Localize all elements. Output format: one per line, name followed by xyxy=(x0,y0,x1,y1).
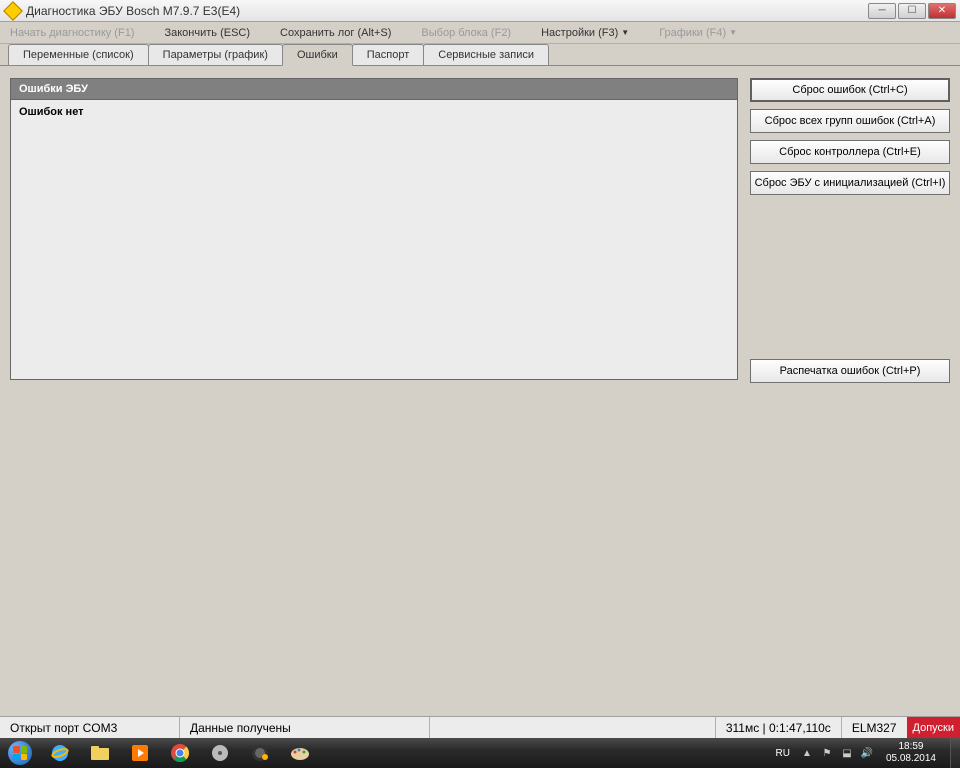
tray-date: 05.08.2014 xyxy=(886,753,936,765)
menu-finish[interactable]: Закончить (ESC) xyxy=(164,27,250,39)
tab-errors[interactable]: Ошибки xyxy=(282,44,353,66)
taskbar-disc-icon[interactable] xyxy=(201,739,239,767)
windows-icon xyxy=(8,741,32,765)
taskbar: RU ▲ ⚑ ⬓ 🔊 18:59 05.08.2014 xyxy=(0,738,960,768)
reset-errors-button[interactable]: Сброс ошибок (Ctrl+C) xyxy=(750,78,950,102)
tab-passport[interactable]: Паспорт xyxy=(352,44,425,65)
minimize-button[interactable]: ─ xyxy=(868,3,896,19)
actions-panel: Сброс ошибок (Ctrl+C) Сброс всех групп о… xyxy=(750,78,950,698)
tray-network-icon[interactable]: ⬓ xyxy=(840,746,854,760)
taskbar-chrome-icon[interactable] xyxy=(161,739,199,767)
tray-flag-icon[interactable]: ⚑ xyxy=(820,746,834,760)
status-timing: 311мс | 0:1:47,110с xyxy=(715,717,841,738)
tab-variables-list[interactable]: Переменные (список) xyxy=(8,44,149,65)
tray-clock[interactable]: 18:59 05.08.2014 xyxy=(880,741,942,765)
menu-select-block: Выбор блока (F2) xyxy=(421,27,511,39)
start-button[interactable] xyxy=(0,738,40,768)
menubar: Начать диагностику (F1) Закончить (ESC) … xyxy=(0,22,960,44)
tray-time: 18:59 xyxy=(886,741,936,753)
tray-volume-icon[interactable]: 🔊 xyxy=(860,746,874,760)
errors-status-text: Ошибок нет xyxy=(19,106,84,118)
menu-settings-label: Настройки (F3) xyxy=(541,27,618,39)
reset-all-groups-button[interactable]: Сброс всех групп ошибок (Ctrl+A) xyxy=(750,109,950,133)
close-button[interactable]: ✕ xyxy=(928,3,956,19)
taskbar-app-icon[interactable] xyxy=(241,739,279,767)
status-tolerances[interactable]: Допуски xyxy=(907,717,960,738)
menu-save-log[interactable]: Сохранить лог (Alt+S) xyxy=(280,27,391,39)
chevron-down-icon: ▼ xyxy=(729,28,737,37)
status-data: Данные получены xyxy=(180,717,430,738)
status-port: Открыт порт COM3 xyxy=(0,717,180,738)
menu-start-diagnostics: Начать диагностику (F1) xyxy=(10,27,134,39)
window-title: Диагностика ЭБУ Bosch M7.9.7 E3(E4) xyxy=(26,4,868,18)
spacer xyxy=(750,202,950,352)
reset-ecu-init-button[interactable]: Сброс ЭБУ с инициализацией (Ctrl+I) xyxy=(750,171,950,195)
menu-graphs-label: Графики (F4) xyxy=(659,27,726,39)
taskbar-ie-icon[interactable] xyxy=(41,739,79,767)
show-desktop-button[interactable] xyxy=(950,738,960,768)
statusbar: Открыт порт COM3 Данные получены 311мс |… xyxy=(0,716,960,738)
window-controls: ─ ☐ ✕ xyxy=(868,3,956,19)
errors-panel: Ошибки ЭБУ Ошибок нет xyxy=(10,78,738,698)
taskbar-media-icon[interactable] xyxy=(121,739,159,767)
print-errors-button[interactable]: Распечатка ошибок (Ctrl+P) xyxy=(750,359,950,383)
taskbar-paint-icon[interactable] xyxy=(281,739,319,767)
errors-panel-body: Ошибок нет xyxy=(10,100,738,380)
tabbar: Переменные (список) Параметры (график) О… xyxy=(0,44,960,66)
errors-panel-header: Ошибки ЭБУ xyxy=(10,78,738,100)
window-titlebar: Диагностика ЭБУ Bosch M7.9.7 E3(E4) ─ ☐ … xyxy=(0,0,960,22)
tray-chevron-up-icon[interactable]: ▲ xyxy=(800,746,814,760)
tray-language[interactable]: RU xyxy=(771,748,793,759)
system-tray: RU ▲ ⚑ ⬓ 🔊 18:59 05.08.2014 xyxy=(763,738,950,768)
tab-parameters-graph[interactable]: Параметры (график) xyxy=(148,44,283,65)
tab-service-records[interactable]: Сервисные записи xyxy=(423,44,549,65)
menu-settings[interactable]: Настройки (F3) ▼ xyxy=(541,27,629,39)
reset-controller-button[interactable]: Сброс контроллера (Ctrl+E) xyxy=(750,140,950,164)
app-icon xyxy=(3,1,23,21)
content-area: Ошибки ЭБУ Ошибок нет Сброс ошибок (Ctrl… xyxy=(0,66,960,710)
menu-graphs: Графики (F4) ▼ xyxy=(659,27,737,39)
taskbar-explorer-icon[interactable] xyxy=(81,739,119,767)
maximize-button[interactable]: ☐ xyxy=(898,3,926,19)
chevron-down-icon: ▼ xyxy=(621,28,629,37)
status-adapter: ELM327 xyxy=(841,717,907,738)
